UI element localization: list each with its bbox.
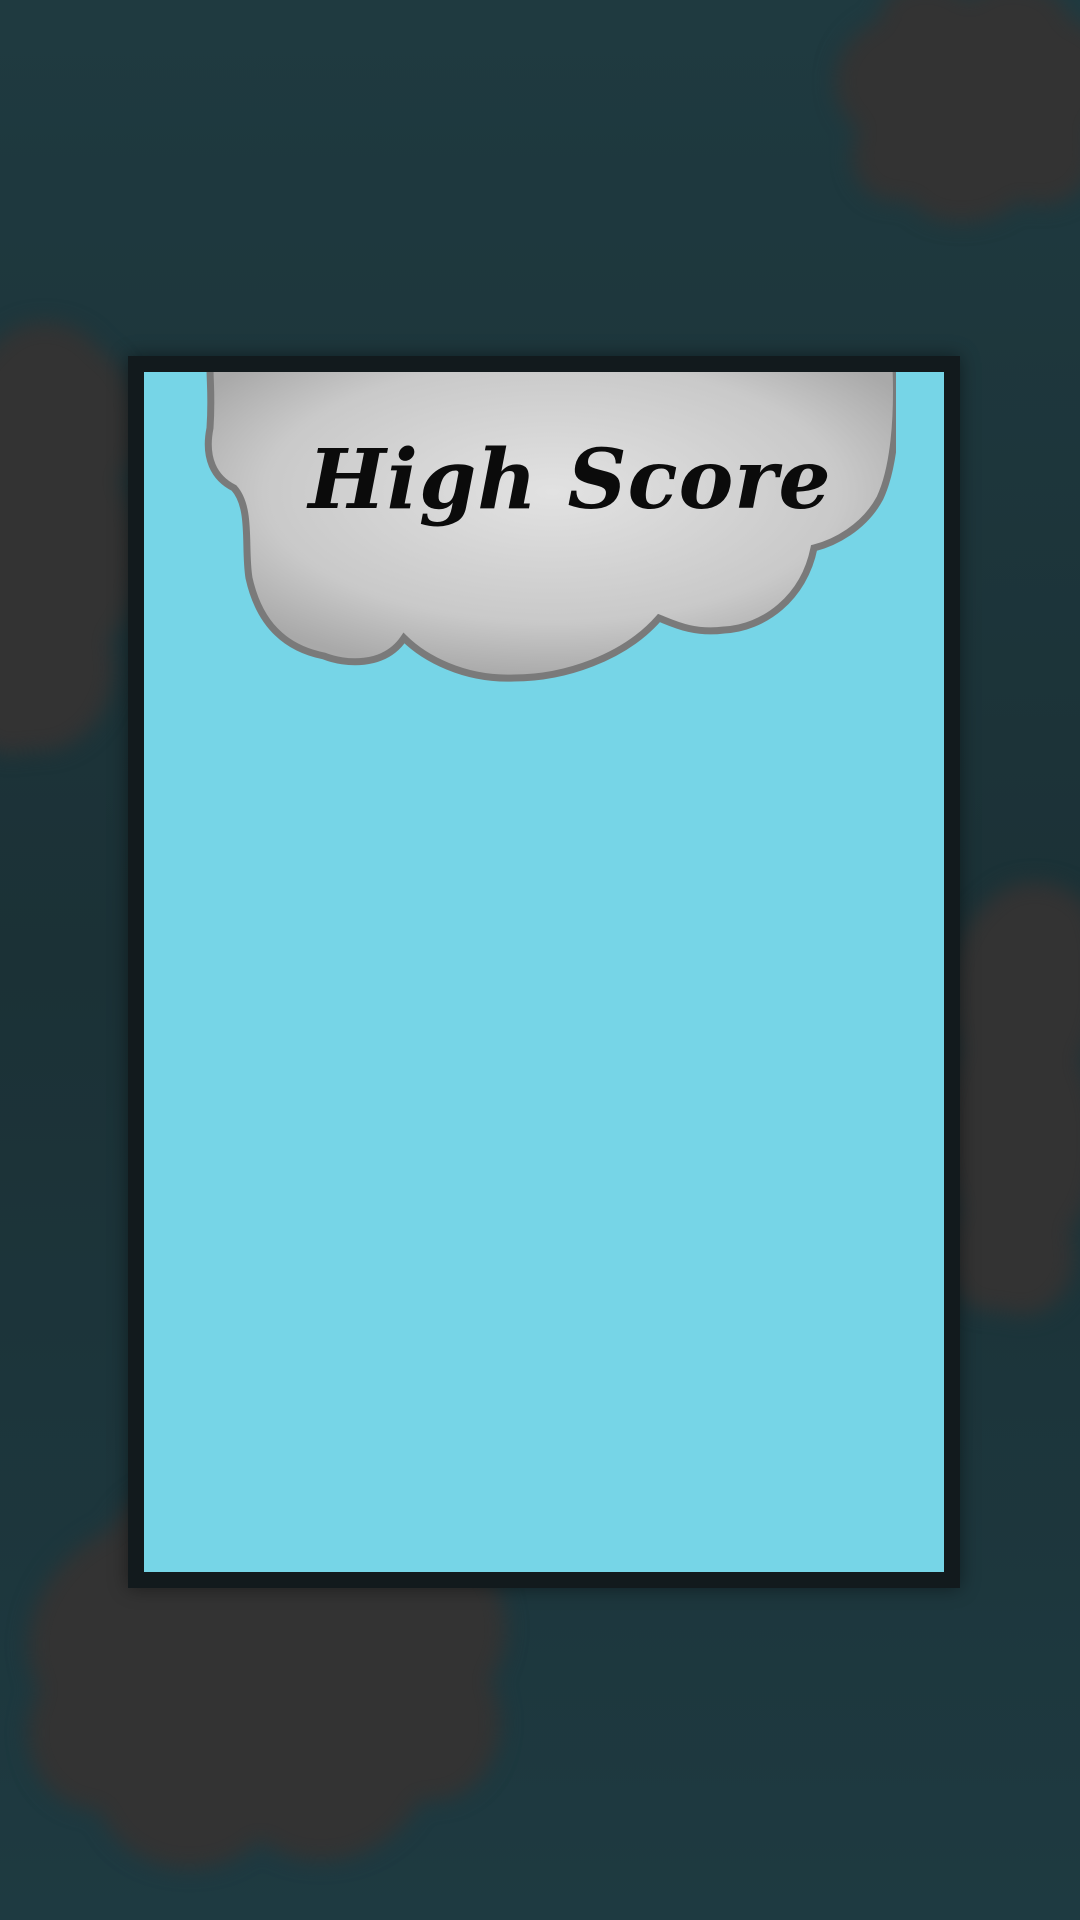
cloud-icon xyxy=(204,372,896,682)
high-score-dialog: High Score xyxy=(128,356,960,1588)
high-score-title: High Score xyxy=(308,432,832,528)
high-score-panel: High Score xyxy=(144,372,944,1572)
background-cloud-icon xyxy=(941,881,1080,1316)
background-cloud-icon xyxy=(835,0,1080,223)
